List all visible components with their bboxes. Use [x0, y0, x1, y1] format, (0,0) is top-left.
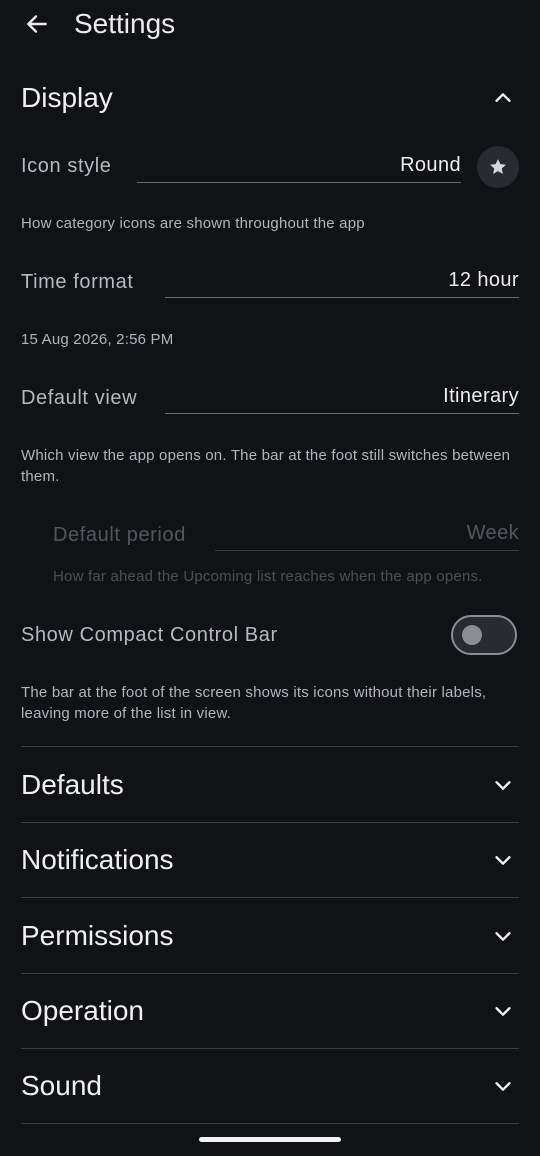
time-format-select[interactable]: 12 hour — [165, 263, 519, 298]
section-title-notifications: Notifications — [21, 844, 174, 875]
divider — [21, 1048, 519, 1049]
default-period-helper: How far ahead the Upcoming list reaches … — [53, 568, 483, 585]
section-title-permissions: Permissions — [21, 920, 174, 951]
section-header-operation[interactable]: Operation — [21, 991, 519, 1031]
section-header-permissions[interactable]: Permissions — [21, 916, 519, 956]
section-header-defaults[interactable]: Defaults — [21, 765, 519, 805]
star-icon — [490, 159, 506, 174]
chevron-down-icon — [491, 999, 515, 1023]
page-title: Settings — [74, 8, 176, 39]
section-title-defaults: Defaults — [21, 769, 124, 800]
time-format-preview: 15 Aug 2026, 2:56 PM — [21, 331, 174, 348]
compact-bar-toggle[interactable] — [451, 615, 517, 655]
back-button[interactable] — [16, 6, 58, 42]
icon-style-helper: How category icons are shown throughout … — [21, 215, 365, 232]
compact-bar-helper: The bar at the foot of the screen shows … — [21, 684, 487, 722]
default-period-label: Default period — [53, 524, 186, 546]
favorite-button[interactable] — [477, 146, 519, 188]
section-title-sound: Sound — [21, 1070, 102, 1101]
compact-bar-label: Show Compact Control Bar — [21, 624, 278, 646]
toggle-knob — [462, 625, 482, 645]
section-header-sound[interactable]: Sound — [21, 1066, 519, 1106]
icon-style-select[interactable]: Round — [137, 148, 461, 183]
section-header-display[interactable]: Display — [21, 78, 519, 118]
chevron-down-icon — [491, 924, 515, 948]
section-title-display: Display — [21, 82, 113, 113]
icon-style-value: Round — [400, 153, 461, 176]
chevron-up-icon — [491, 86, 515, 110]
default-view-value: Itinerary — [443, 384, 519, 407]
default-view-label: Default view — [21, 387, 138, 409]
section-title-operation: Operation — [21, 995, 144, 1026]
default-period-select: Week — [215, 516, 519, 551]
chevron-down-icon — [491, 773, 515, 797]
arrow-left-icon — [27, 15, 47, 33]
chevron-down-icon — [491, 1074, 515, 1098]
time-format-value: 12 hour — [448, 268, 519, 291]
time-format-label: Time format — [21, 271, 134, 293]
divider — [21, 973, 519, 974]
divider — [21, 822, 519, 823]
divider — [21, 746, 519, 747]
top-app-bar: Settings — [0, 0, 540, 48]
default-view-select[interactable]: Itinerary — [165, 379, 519, 414]
home-indicator[interactable] — [199, 1137, 341, 1142]
default-view-helper: Which view the app opens on. The bar at … — [21, 447, 511, 485]
icon-style-label: Icon style — [21, 155, 112, 177]
default-period-value: Week — [466, 521, 519, 544]
divider — [21, 897, 519, 898]
divider — [21, 1123, 519, 1124]
section-header-notifications[interactable]: Notifications — [21, 840, 519, 880]
chevron-down-icon — [491, 848, 515, 872]
